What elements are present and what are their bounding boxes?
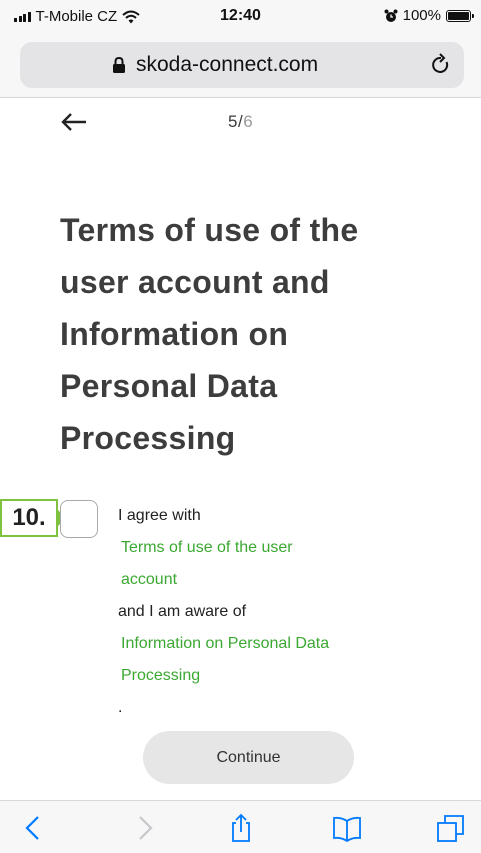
url-text[interactable]: skoda-connect.com: [136, 53, 318, 77]
reload-icon[interactable]: [430, 53, 452, 77]
step-total: 6: [243, 112, 254, 131]
forward-icon[interactable]: [130, 813, 160, 843]
privacy-info-link-cont[interactable]: Processing: [118, 660, 448, 692]
status-bar: T-Mobile CZ 12:40 100%: [0, 0, 481, 30]
back-arrow-icon[interactable]: [60, 110, 88, 134]
share-icon[interactable]: [226, 813, 256, 843]
lock-icon: [113, 56, 125, 73]
page-title-line: user account and: [60, 264, 330, 300]
bookmarks-icon[interactable]: [332, 813, 362, 843]
page-title-line: Terms of use of the: [60, 212, 359, 248]
consent-line-agree: I agree with: [118, 507, 201, 524]
browser-address-area: skoda-connect.com: [0, 30, 481, 98]
battery-icon: [446, 9, 474, 22]
battery-percent: 100%: [402, 7, 441, 24]
step-annotation-label: 10.: [0, 499, 58, 537]
continue-button[interactable]: Continue: [143, 731, 354, 784]
step-indicator: 5/6: [228, 112, 253, 132]
page-title-line: Information on: [60, 316, 289, 352]
terms-of-use-link-cont[interactable]: account: [118, 564, 448, 596]
alarm-icon: [384, 9, 398, 22]
consent-line-aware: and I am aware of: [118, 603, 247, 620]
privacy-info-link[interactable]: Information on Personal Data: [118, 628, 448, 660]
step-current: 5: [228, 112, 238, 131]
page-title: Terms of use of the user account and Inf…: [60, 204, 450, 464]
battery-fill: [448, 11, 469, 20]
page-title-line: Processing: [60, 420, 236, 456]
back-icon[interactable]: [18, 813, 48, 843]
consent-checkbox[interactable]: [60, 500, 98, 538]
tabs-icon[interactable]: [436, 813, 466, 843]
terms-of-use-link[interactable]: Terms of use of the user: [118, 532, 448, 564]
consent-trailing-period: .: [118, 699, 123, 716]
page-title-line: Personal Data: [60, 368, 278, 404]
status-right: 100%: [384, 7, 474, 24]
consent-text: I agree with Terms of use of the user ac…: [118, 500, 448, 724]
address-bar[interactable]: skoda-connect.com: [20, 42, 464, 88]
browser-toolbar: [0, 800, 481, 853]
